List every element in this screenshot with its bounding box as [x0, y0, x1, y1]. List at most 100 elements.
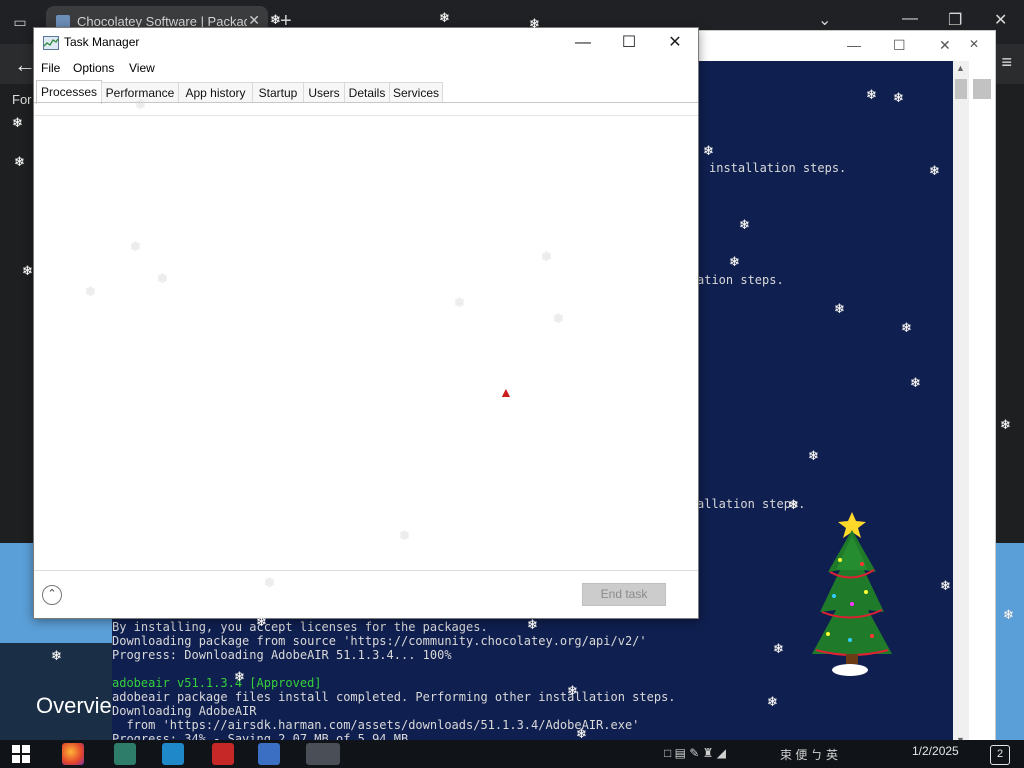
- snowflake-icon: ❄: [234, 669, 245, 684]
- close-button[interactable]: ✕: [652, 30, 698, 56]
- snowflake-icon: ❄: [808, 448, 819, 463]
- snowflake-icon: ❄: [788, 497, 799, 512]
- browser-menu-icon[interactable]: ≡: [1001, 52, 1012, 73]
- fewer-details-chevron-icon[interactable]: ⌃: [42, 585, 62, 605]
- console-text-fragment: installation steps.: [709, 161, 847, 175]
- snowflake-icon: ❄: [893, 90, 904, 105]
- browser-restore-button[interactable]: ❐: [948, 10, 962, 30]
- snowflake-icon: ❄: [85, 284, 96, 299]
- snowflake-icon: ❄: [529, 16, 540, 31]
- firefox-icon[interactable]: [62, 743, 84, 765]
- tab-list-dropdown-icon[interactable]: ⌄: [818, 10, 831, 30]
- task-manager-titlebar[interactable]: Task Manager — ☐ ✕: [34, 28, 698, 58]
- snowflake-icon: ❄: [270, 12, 281, 27]
- console-line: By installing, you accept licenses for t…: [112, 620, 488, 634]
- snowflake-icon: ❄: [1000, 417, 1011, 432]
- console-maximize-button[interactable]: ☐: [893, 37, 906, 54]
- snowflake-icon: ❄: [866, 87, 877, 102]
- taskbar: □ ▤ ✎ ♜ ◢ 束 便 ㄅ 英 1/2/2025 2: [0, 740, 1024, 768]
- clock-date[interactable]: 1/2/2025: [912, 744, 959, 758]
- snowflake-icon: ❄: [130, 239, 141, 254]
- snowflake-icon: ❄: [576, 726, 587, 741]
- snowflake-icon: ❄: [703, 143, 714, 158]
- menu-options[interactable]: Options: [73, 61, 114, 75]
- snowflake-icon: ❄: [1003, 607, 1014, 622]
- console-line: Progress: Downloading AdobeAIR 51.1.3.4.…: [112, 648, 452, 662]
- snowflake-icon: ❄: [553, 311, 564, 326]
- menu-view[interactable]: View: [129, 61, 155, 75]
- snowflake-icon: ❄: [541, 249, 552, 264]
- start-windows-icon[interactable]: [12, 745, 30, 763]
- snowflake-icon: ❄: [901, 320, 912, 335]
- taskbar-task-manager-icon[interactable]: [306, 743, 340, 765]
- snowflake-icon: ❄: [22, 263, 33, 278]
- snowflake-icon: ❄: [834, 301, 845, 316]
- snowflake-icon: ❄: [739, 217, 750, 232]
- maximize-button[interactable]: ☐: [606, 30, 652, 56]
- tab-actions-icon[interactable]: ▭: [10, 12, 30, 32]
- console-titlebar: — ☐ ✕ ✕: [697, 31, 995, 61]
- console-line: from 'https://airsdk.harman.com/assets/d…: [112, 718, 640, 732]
- footer-divider: [34, 570, 698, 571]
- taskbar-app-icon[interactable]: [162, 743, 184, 765]
- window-title: Task Manager: [64, 35, 140, 49]
- menu-bar: File Options View: [34, 58, 698, 78]
- tab-details[interactable]: Details: [344, 82, 390, 103]
- console-close-button[interactable]: ✕: [939, 37, 951, 54]
- task-manager-window: Task Manager — ☐ ✕ File Options View Pro…: [33, 27, 699, 619]
- processes-panel[interactable]: [35, 116, 697, 568]
- snowflake-icon: ❄: [264, 575, 275, 590]
- snowflake-icon: ❄: [910, 375, 921, 390]
- ime-indicator[interactable]: 束 便 ㄅ 英: [780, 746, 838, 763]
- snowflake-icon: ❄: [940, 578, 951, 593]
- tab-strip: Processes Performance App history Startu…: [34, 80, 698, 104]
- tab-processes[interactable]: Processes: [36, 80, 102, 104]
- taskbar-app-icon[interactable]: [258, 743, 280, 765]
- second-console-close-icon[interactable]: ✕: [969, 37, 979, 51]
- second-console-edge: [969, 61, 995, 747]
- browser-close-button[interactable]: ✕: [994, 10, 1007, 30]
- snowflake-icon: ❄: [399, 528, 410, 543]
- snowflake-icon: ❄: [14, 154, 25, 169]
- task-manager-icon: [43, 36, 59, 50]
- tab-startup[interactable]: Startup: [252, 82, 304, 103]
- minimize-button[interactable]: —: [560, 30, 606, 56]
- console-minimize-button[interactable]: —: [847, 37, 861, 53]
- console-line: Downloading AdobeAIR: [112, 704, 257, 718]
- page-heading: Overvie: [36, 693, 112, 718]
- tab-divider: [34, 102, 698, 103]
- console-line: adobeair package files install completed…: [112, 690, 676, 704]
- scrollbar-thumb[interactable]: [955, 79, 967, 99]
- console-line: Downloading package from source 'https:/…: [112, 634, 647, 648]
- page-hero-banner-edge: [995, 543, 1024, 740]
- page-text-fragment: For: [12, 92, 32, 107]
- scrollbar-thumb[interactable]: [973, 79, 991, 99]
- santa-hat-icon: ▲: [499, 384, 513, 400]
- console-line-approved: adobeair v51.1.3.4 [Approved]: [112, 676, 322, 690]
- end-task-button[interactable]: End task: [582, 583, 666, 606]
- tab-services[interactable]: Services: [389, 82, 443, 103]
- snowflake-icon: ❄: [729, 254, 740, 269]
- snowflake-icon: ❄: [567, 683, 578, 698]
- menu-file[interactable]: File: [41, 61, 60, 75]
- console-text-fragment: ation steps.: [697, 273, 784, 287]
- notification-center-icon[interactable]: 2: [990, 745, 1010, 765]
- snowflake-icon: ❄: [929, 163, 940, 178]
- taskbar-app-icon[interactable]: [114, 743, 136, 765]
- scroll-up-icon[interactable]: ▲: [956, 63, 965, 73]
- snowflake-icon: ❄: [527, 617, 538, 632]
- taskbar-app-icon[interactable]: [212, 743, 234, 765]
- tab-users[interactable]: Users: [303, 82, 345, 103]
- snowflake-icon: ❄: [773, 641, 784, 656]
- browser-minimize-button[interactable]: —: [902, 10, 918, 28]
- snowflake-icon: ❄: [51, 648, 62, 663]
- tab-app-history[interactable]: App history: [178, 82, 253, 103]
- console-scrollbar[interactable]: ▲ ▼: [953, 61, 969, 747]
- snowflake-icon: ❄: [439, 10, 450, 25]
- snowflake-icon: ❄: [135, 97, 146, 112]
- snowflake-icon: ❄: [454, 295, 465, 310]
- christmas-tree-icon: [812, 512, 892, 676]
- snowflake-icon: ❄: [256, 614, 267, 629]
- tray-icons[interactable]: □ ▤ ✎ ♜ ◢: [664, 746, 726, 760]
- snowflake-icon: ❄: [767, 694, 778, 709]
